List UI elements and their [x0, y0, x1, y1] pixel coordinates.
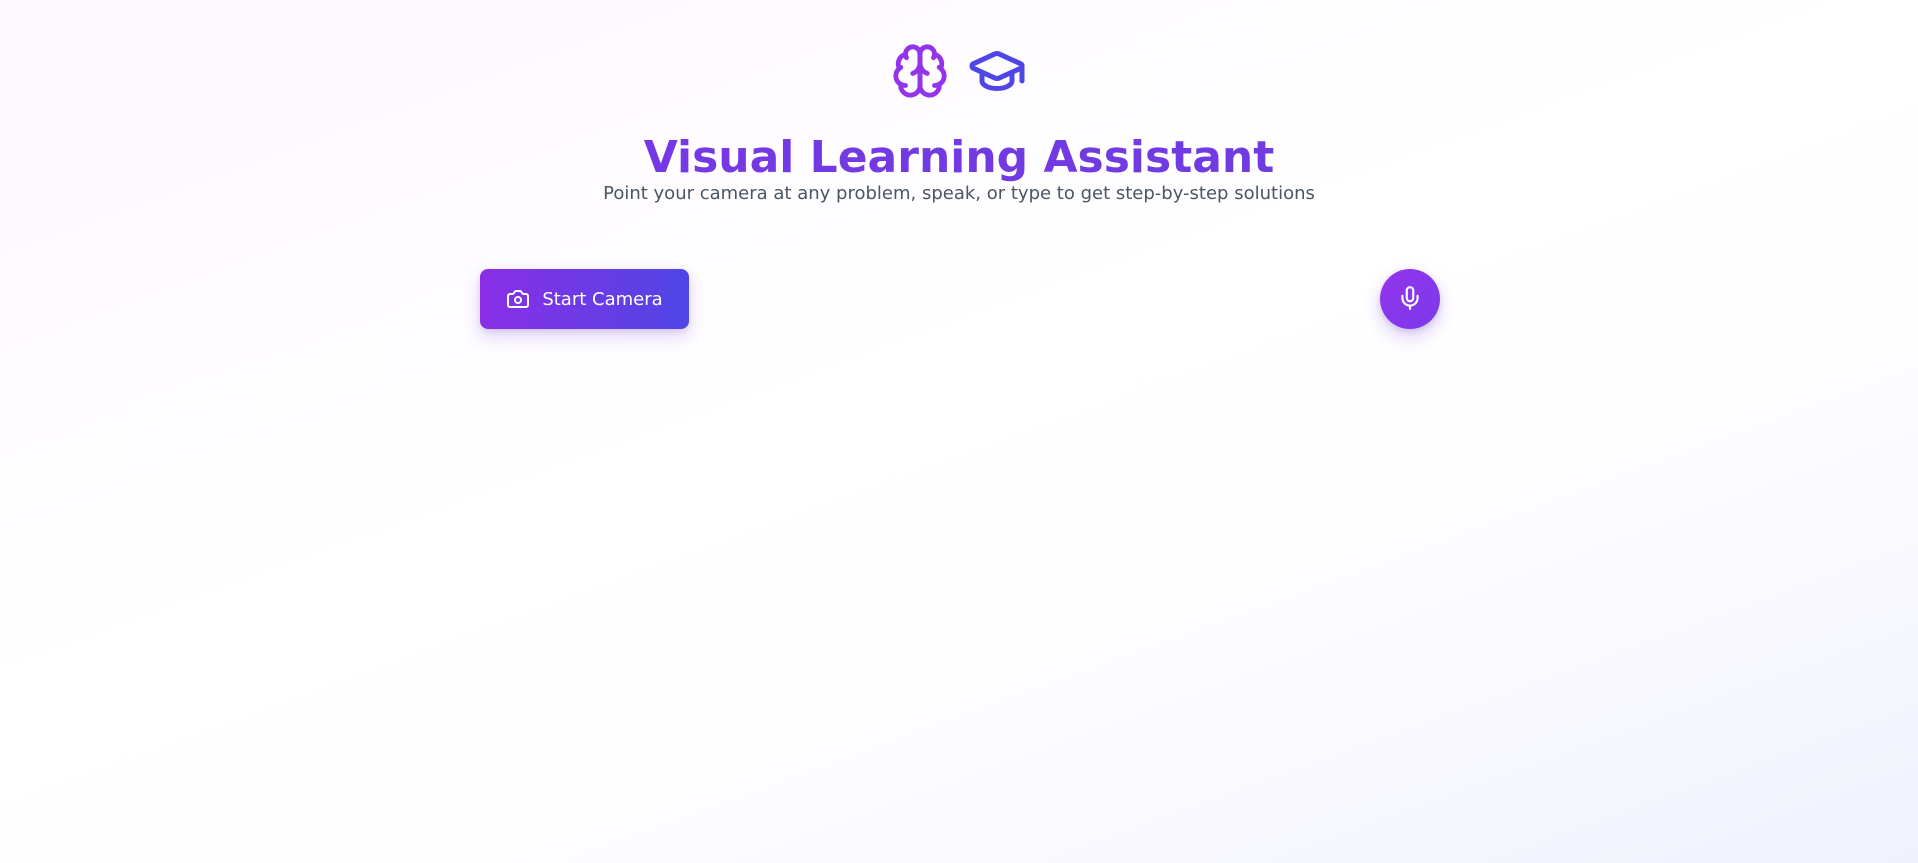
graduation-cap-icon	[967, 41, 1027, 101]
start-camera-button[interactable]: Start Camera	[480, 269, 689, 329]
start-camera-label: Start Camera	[542, 288, 663, 310]
header-icons	[0, 40, 1918, 102]
brain-icon	[891, 41, 949, 101]
microphone-icon	[1397, 285, 1423, 314]
header	[0, 40, 1918, 102]
page-subtitle: Point your camera at any problem, speak,…	[603, 183, 1315, 204]
microphone-button[interactable]	[1380, 269, 1440, 329]
camera-icon	[506, 287, 530, 311]
page-title: Visual Learning Assistant	[0, 130, 1918, 186]
